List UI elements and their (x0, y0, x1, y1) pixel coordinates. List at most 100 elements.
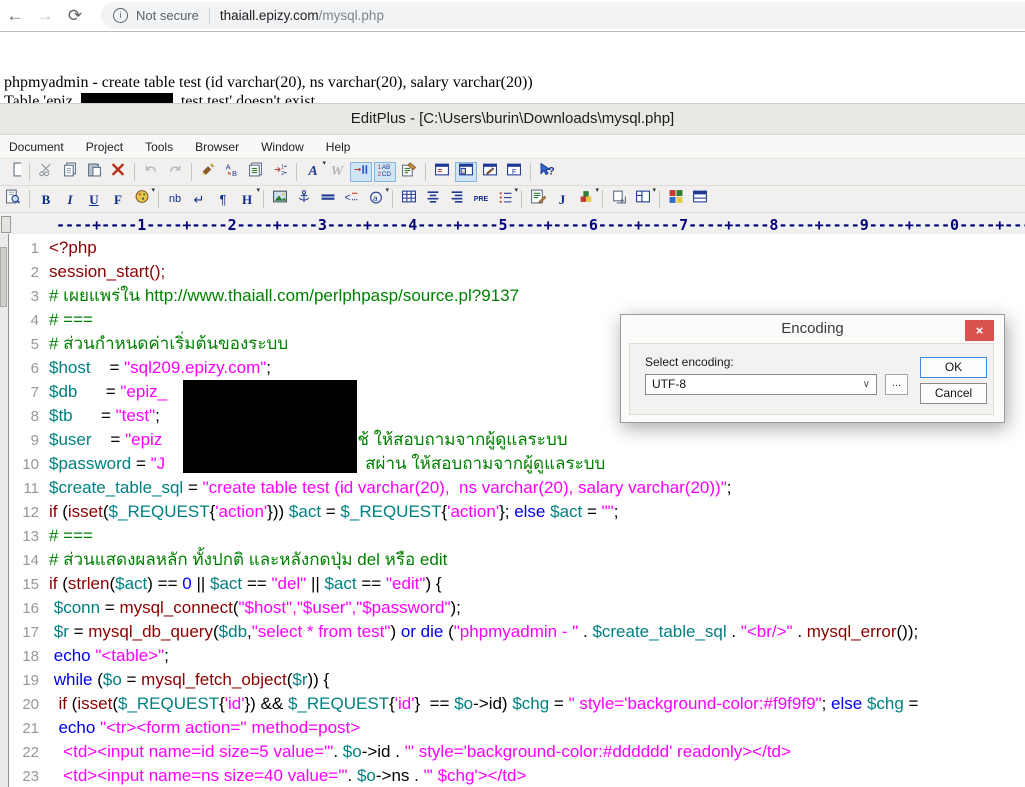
directory-panel-button[interactable] (455, 162, 477, 182)
split-window-button[interactable] (689, 189, 711, 209)
underline-button[interactable]: U (83, 189, 105, 209)
align-center-button[interactable] (422, 189, 444, 209)
document-list-button[interactable] (431, 162, 453, 182)
find-button[interactable] (197, 162, 219, 182)
toolbar-separator (392, 190, 393, 208)
horizontal-rule-button[interactable] (317, 189, 339, 209)
dropdown-caret-icon: ▾ (595, 187, 599, 194)
font-tag-glyph: F (114, 191, 122, 207)
cancel-button[interactable]: Cancel (920, 383, 987, 404)
code-token: . (347, 766, 357, 785)
form-button[interactable] (527, 189, 549, 209)
line-break-button[interactable]: ↵ (188, 189, 210, 209)
code-token: while (53, 670, 93, 689)
toolbar-separator (191, 163, 192, 181)
reload-icon[interactable]: ⟳ (60, 6, 90, 26)
menu-help[interactable]: Help (326, 140, 351, 154)
cliptext-panel-icon (482, 162, 498, 182)
text-color-button[interactable]: ▾ (131, 187, 155, 209)
cut-button[interactable] (35, 162, 57, 182)
go-to-line-button[interactable]: 12 (269, 162, 291, 182)
code-token: $_REQUEST (340, 502, 442, 521)
code-token: $create_table_sql (49, 478, 184, 497)
info-icon[interactable]: i (113, 8, 128, 23)
menu-tools[interactable]: Tools (145, 140, 173, 154)
preformatted-glyph: PRE (473, 195, 489, 203)
frame-button[interactable]: ▾ (632, 187, 656, 209)
function-list-button[interactable]: F (503, 162, 525, 182)
code-token: ()); (896, 622, 919, 641)
line-number: 21 (22, 720, 39, 737)
italic-button[interactable]: I (59, 189, 81, 209)
paste-button[interactable] (83, 162, 105, 182)
ok-button[interactable]: OK (920, 357, 987, 378)
line-number: 10 (22, 456, 39, 473)
special-character-button[interactable]: a ▾ (365, 187, 389, 209)
chevron-down-icon[interactable]: ∨ (863, 375, 870, 394)
menu-project[interactable]: Project (86, 140, 123, 154)
close-icon[interactable]: × (965, 320, 994, 341)
browse-button[interactable]: ... (885, 374, 908, 395)
code-token: "test" (115, 406, 156, 425)
object-button[interactable]: ▾ (575, 187, 599, 209)
font-button[interactable]: A ▾ (302, 160, 326, 182)
cut-icon (38, 162, 54, 182)
column-select-button[interactable]: 1 AB 2 CD (374, 162, 396, 182)
context-help-button[interactable]: ? (536, 162, 558, 182)
paste-icon (86, 162, 102, 182)
copy-tag-button[interactable] (608, 189, 630, 209)
word-count-button[interactable]: W (326, 162, 348, 182)
code-token: $create_table_sql (592, 622, 727, 641)
code-token: $password (49, 454, 132, 473)
window-title[interactable]: EditPlus - [C:\Users\burin\Downloads\mys… (0, 104, 1025, 135)
table-button[interactable] (398, 189, 420, 209)
encoding-select[interactable]: UTF-8 ∨ (645, 374, 877, 395)
menu-window[interactable]: Window (261, 140, 304, 154)
line-number: 9 (30, 432, 39, 449)
toolbar-separator (602, 190, 603, 208)
left-scrollbar[interactable] (0, 234, 9, 787)
replace-button[interactable]: AB (221, 162, 243, 182)
align-right-button[interactable] (446, 189, 468, 209)
find-in-files-button[interactable] (245, 162, 267, 182)
address-bar[interactable]: i Not secure thaiall.epizy.com/mysql.php (101, 2, 1025, 29)
code-line-11: 11 $create_table_sql = "create table test… (9, 476, 1025, 500)
new-document-button[interactable] (2, 162, 24, 182)
list-button[interactable]: ▾ (494, 187, 518, 209)
line-number: 18 (22, 648, 39, 665)
code-token: }) && (244, 694, 288, 713)
code-token: "J (150, 454, 166, 473)
code-token: ) (390, 622, 401, 641)
dialog-title: Encoding (781, 320, 844, 337)
menu-browser[interactable]: Browser (195, 140, 239, 154)
scrollbar-thumb[interactable] (0, 247, 7, 307)
bold-button[interactable]: B (35, 189, 57, 209)
code-line-16: 16 $conn = mysql_connect("$host","$user"… (9, 596, 1025, 620)
back-icon[interactable]: ← (0, 6, 30, 26)
view-in-browser-button[interactable] (665, 189, 687, 209)
delete-button[interactable] (107, 162, 129, 182)
comment-icon: < (344, 189, 360, 209)
toolbar-separator (521, 190, 522, 208)
nonbreaking-space-button[interactable]: nb (164, 189, 186, 209)
font-tag-button[interactable]: F (107, 189, 129, 209)
image-button[interactable] (269, 189, 291, 209)
heading-button[interactable]: H ▾ (236, 187, 260, 209)
edit-settings-button[interactable] (398, 162, 420, 182)
word-wrap-button[interactable] (350, 162, 372, 182)
browser-preview-button[interactable] (2, 189, 24, 209)
cliptext-panel-button[interactable] (479, 162, 501, 182)
undo-button[interactable] (140, 162, 162, 182)
java-applet-button[interactable]: J (551, 189, 573, 209)
preformatted-button[interactable]: PRE (470, 189, 492, 209)
context-help-icon: ? (539, 162, 555, 182)
code-token: "create table test (id varchar(20), ns v… (202, 478, 727, 497)
paragraph-button[interactable]: ¶ (212, 189, 234, 209)
forward-icon[interactable]: → (30, 6, 60, 26)
redo-button[interactable] (164, 162, 186, 182)
java-applet-glyph: J (558, 191, 566, 207)
anchor-button[interactable] (293, 189, 315, 209)
comment-button[interactable]: < (341, 189, 363, 209)
copy-button[interactable] (59, 162, 81, 182)
menu-document[interactable]: Document (9, 140, 64, 154)
